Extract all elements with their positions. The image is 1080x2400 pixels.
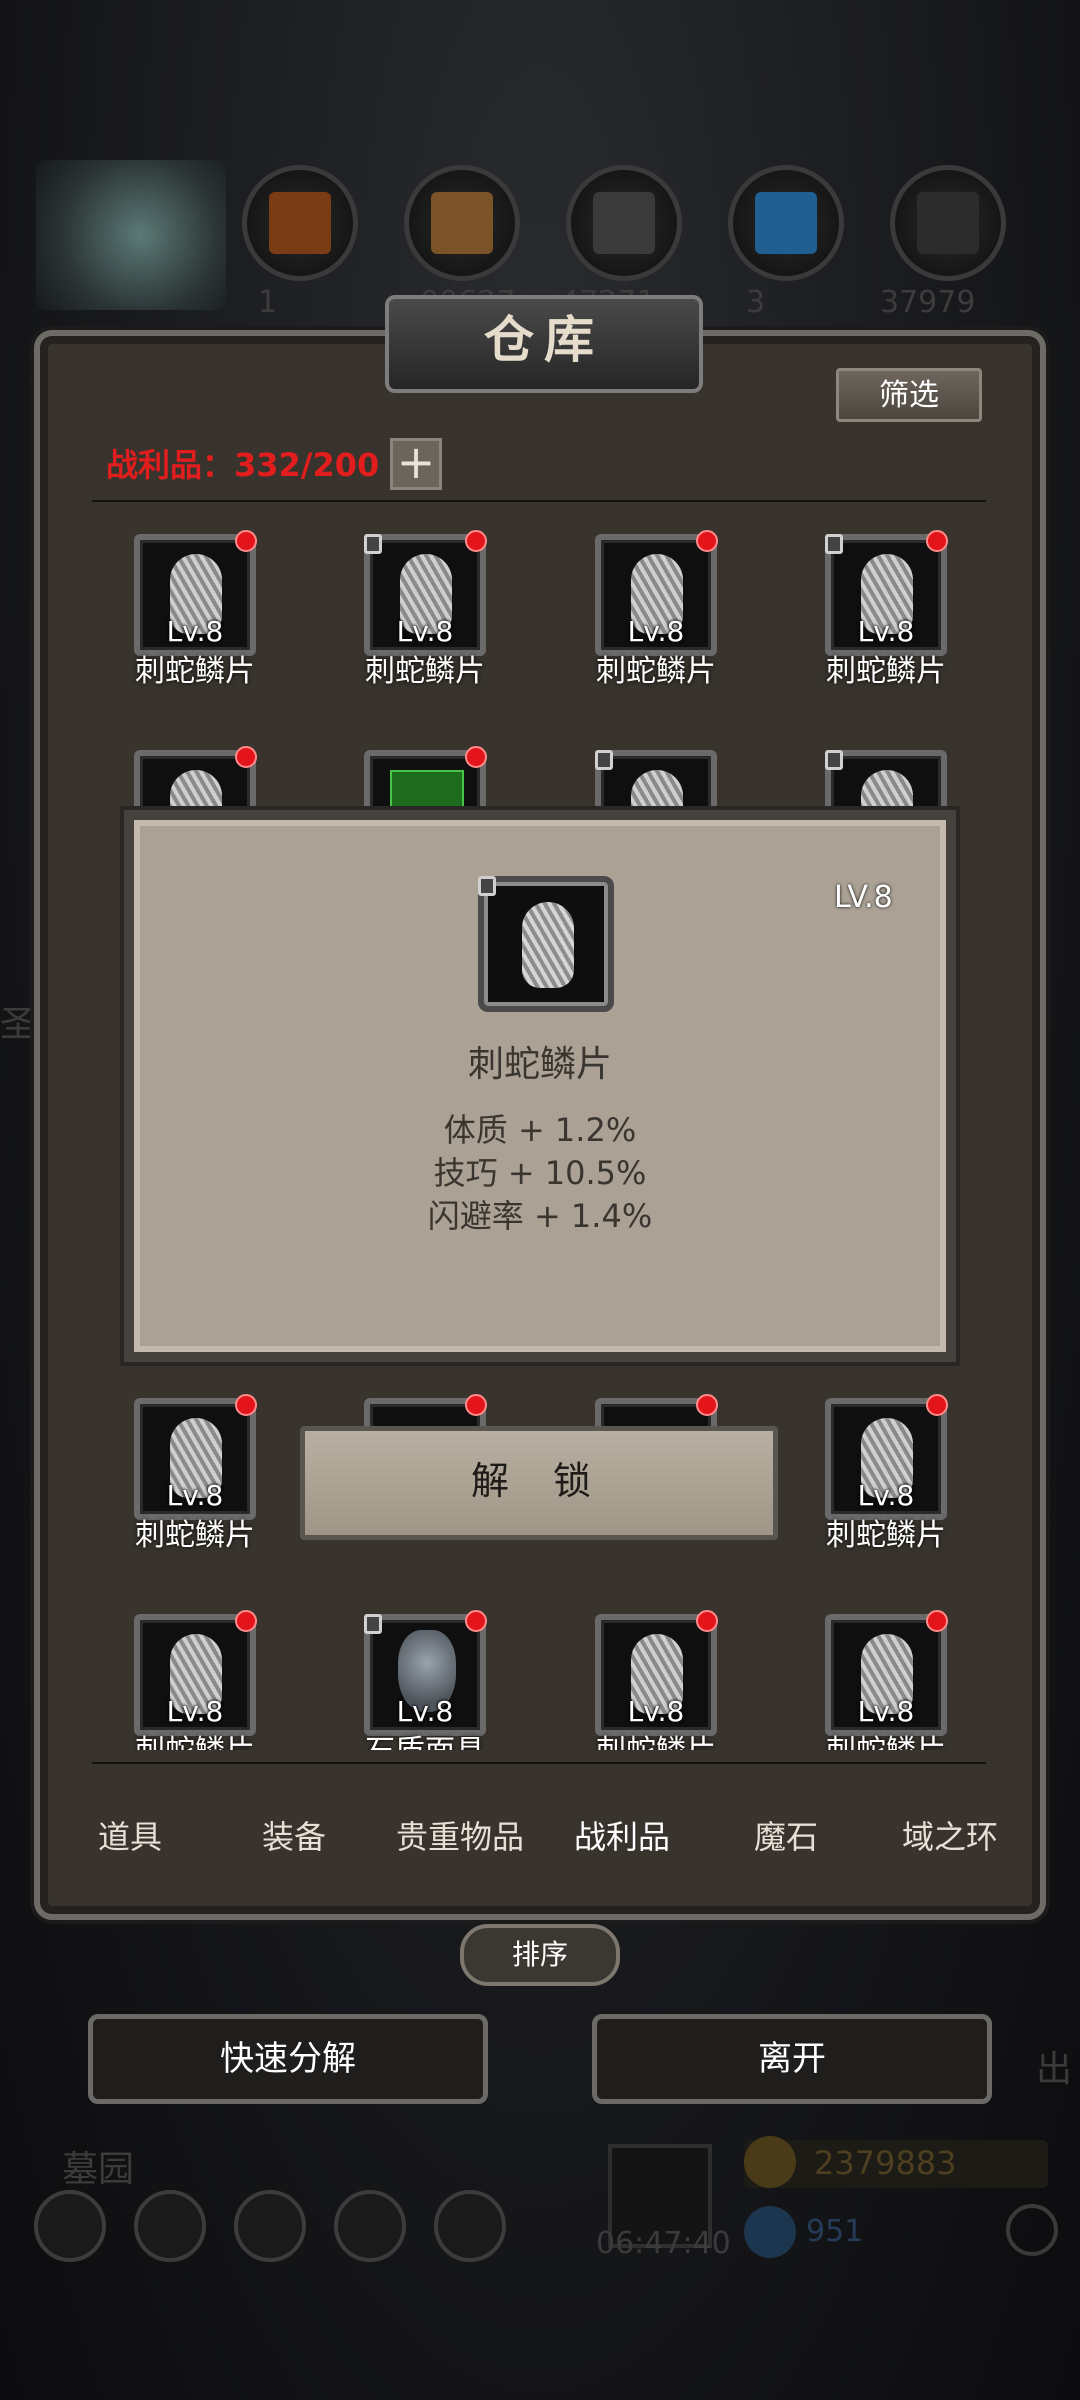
filter-button[interactable]: 筛选: [836, 368, 982, 422]
tab-magic-stone[interactable]: 魔石: [706, 1782, 866, 1892]
scale-icon: [522, 902, 574, 988]
item-level: Lv.8: [857, 1479, 915, 1512]
resource-number: 1: [258, 285, 278, 320]
item-level: Lv.8: [166, 1695, 224, 1728]
new-badge: [235, 1394, 257, 1416]
item-name: 刺蛇鳞片: [135, 654, 255, 689]
tab-equipment[interactable]: 装备: [214, 1782, 374, 1892]
new-badge: [465, 1394, 487, 1416]
lock-icon: [478, 876, 496, 896]
new-badge: [235, 530, 257, 552]
item-level: Lv.8: [627, 1695, 685, 1728]
new-badge: [696, 530, 718, 552]
loot-count: 战利品：332/200: [106, 446, 380, 484]
gold-icon: [744, 2136, 796, 2188]
new-badge: [696, 1394, 718, 1416]
star-icon[interactable]: [134, 2190, 206, 2262]
item-name: 刺蛇鳞片: [135, 1518, 255, 1553]
lock-icon: [364, 1614, 382, 1634]
resource-icon-4[interactable]: [728, 165, 844, 281]
new-badge: [465, 746, 487, 768]
gem-amount: 951: [806, 2214, 864, 2249]
item-name: 刺蛇鳞片: [365, 654, 485, 689]
item-level: Lv.8: [857, 615, 915, 648]
quick-decompose-button[interactable]: 快速分解: [88, 2014, 488, 2104]
new-badge: [926, 530, 948, 552]
item-slot[interactable]: Lv.8: [134, 1398, 256, 1520]
resource-icon-3[interactable]: [566, 165, 682, 281]
resource-number: 37979: [880, 285, 976, 320]
item-level: Lv.8: [396, 1695, 454, 1728]
rank-icon[interactable]: [234, 2190, 306, 2262]
player-avatar[interactable]: [36, 160, 226, 310]
new-badge: [235, 746, 257, 768]
item-level: Lv.8: [857, 1695, 915, 1728]
popup-stat: 体质 + 1.2%: [443, 1111, 637, 1149]
new-badge: [926, 1610, 948, 1632]
resource-icon-1[interactable]: [242, 165, 358, 281]
gem-icon: [744, 2206, 796, 2258]
item-slot[interactable]: Lv.8: [825, 1614, 947, 1736]
new-badge: [465, 1610, 487, 1632]
new-badge: [465, 530, 487, 552]
item-name: 刺蛇鳞片: [826, 1518, 946, 1553]
add-gems-icon[interactable]: [1006, 2204, 1058, 2256]
popup-item-level: LV.8: [834, 880, 893, 915]
item-slot[interactable]: Lv.8: [364, 1614, 486, 1736]
item-slot[interactable]: Lv.8: [595, 534, 717, 656]
resource-icon-5[interactable]: [890, 165, 1006, 281]
popup-item-name: 刺蛇鳞片: [467, 1044, 612, 1085]
item-slot[interactable]: Lv.8: [134, 1614, 256, 1736]
area-label: 墓园: [62, 2149, 135, 2190]
item-slot[interactable]: Lv.8: [364, 534, 486, 656]
gold-amount: 2379883: [814, 2144, 957, 2182]
lock-icon: [595, 750, 613, 770]
side-label-left: 圣: [0, 1004, 37, 1045]
item-name: 刺蛇鳞片: [786, 1726, 986, 1750]
item-name: 刺蛇鳞片: [596, 654, 716, 689]
item-level: Lv.8: [396, 615, 454, 648]
expand-capacity-button[interactable]: +: [390, 438, 442, 490]
item-name: 刺蛇鳞片: [95, 1726, 295, 1750]
popup-stat: 闪避率 + 1.4%: [427, 1197, 653, 1235]
resource-number: 3: [746, 285, 766, 320]
unlock-button[interactable]: 解 锁: [300, 1426, 778, 1540]
leave-button[interactable]: 离开: [592, 2014, 992, 2104]
new-badge: [696, 1610, 718, 1632]
item-level: Lv.8: [627, 615, 685, 648]
tab-domain-ring[interactable]: 域之环: [870, 1782, 1030, 1892]
item-name: 刺蛇鳞片: [826, 654, 946, 689]
item-level: Lv.8: [166, 615, 224, 648]
resource-icon-2[interactable]: [404, 165, 520, 281]
new-badge: [235, 1610, 257, 1632]
tab-items[interactable]: 道具: [50, 1782, 210, 1892]
lock-icon: [825, 534, 843, 554]
divider: [92, 500, 986, 502]
new-badge: [926, 1394, 948, 1416]
settings-icon[interactable]: [34, 2190, 106, 2262]
mail-icon[interactable]: [334, 2190, 406, 2262]
lock-icon: [364, 534, 382, 554]
popup-item-slot: [478, 876, 614, 1012]
item-level: Lv.8: [166, 1479, 224, 1512]
timer: 06:47:40: [596, 2226, 731, 2261]
item-slot[interactable]: Lv.8: [825, 534, 947, 656]
window-title: 仓库: [385, 295, 703, 393]
cube-icon[interactable]: [434, 2190, 506, 2262]
item-slot[interactable]: Lv.8: [825, 1398, 947, 1520]
item-slot[interactable]: Lv.8: [595, 1614, 717, 1736]
item-detail-popup: LV.8 刺蛇鳞片 体质 + 1.2% 技巧 + 10.5% 闪避率 + 1.4…: [124, 810, 956, 1362]
item-name: 刺蛇鳞片: [556, 1726, 756, 1750]
tab-loot[interactable]: 战利品: [542, 1782, 702, 1892]
category-tabs: 道具 装备 贵重物品 战利品 魔石 域之环: [50, 1782, 1030, 1892]
tab-valuables[interactable]: 贵重物品: [378, 1782, 542, 1892]
lock-icon: [825, 750, 843, 770]
side-label-right: 出: [1036, 2049, 1073, 2090]
item-slot[interactable]: Lv.8: [134, 534, 256, 656]
sort-button[interactable]: 排序: [460, 1924, 620, 1986]
divider: [92, 1762, 986, 1764]
item-name: 石质面具: [325, 1726, 525, 1750]
popup-stat: 技巧 + 10.5%: [433, 1154, 647, 1192]
